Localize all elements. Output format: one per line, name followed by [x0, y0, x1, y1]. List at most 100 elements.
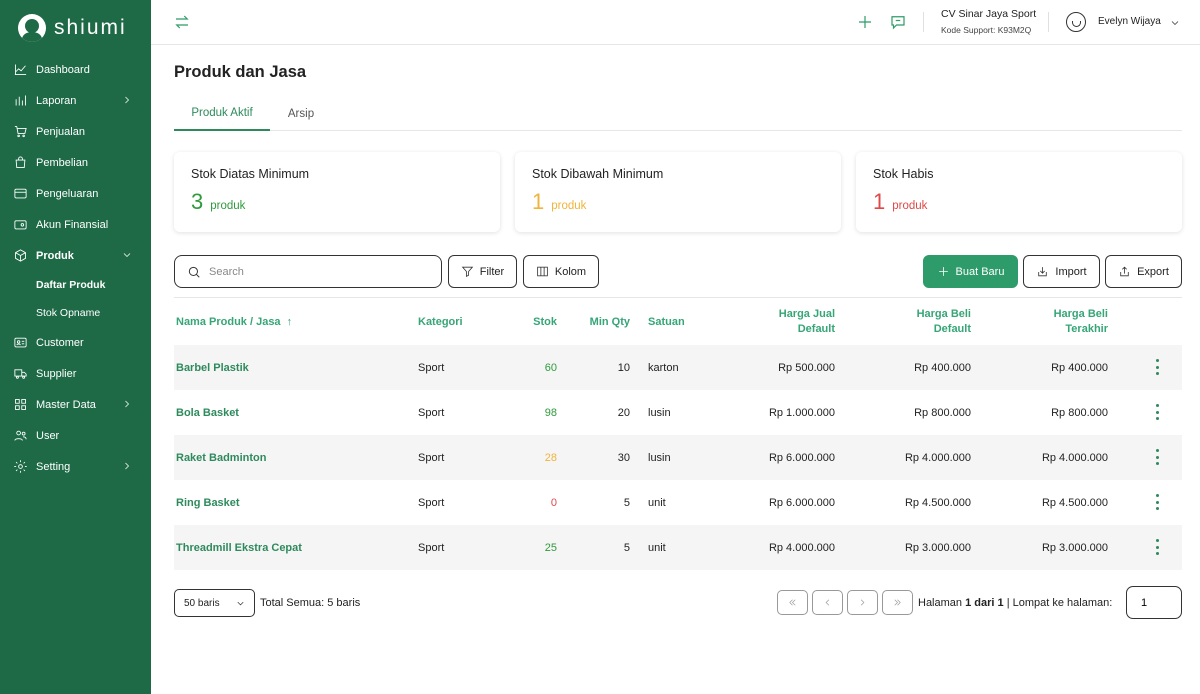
page-prefix: Halaman [918, 597, 963, 609]
create-label: Buat Baru [955, 265, 1005, 278]
sidebar-subitem-stok-opname[interactable]: Stok Opname [0, 299, 151, 327]
chevron-down-icon [121, 249, 133, 261]
product-name-link[interactable]: Bola Basket [176, 390, 239, 435]
tab-produk-aktif[interactable]: Produk Aktif [174, 96, 270, 131]
company-info[interactable]: CV Sinar Jaya Sport Kode Support: K93M2Q [941, 8, 1036, 35]
sidebar-item-dashboard[interactable]: Dashboard [0, 54, 151, 85]
product-name-link[interactable]: Raket Badminton [176, 435, 266, 480]
sidebar-item-label: Laporan [36, 94, 77, 107]
stat-value: 1 produk [532, 189, 586, 215]
header-line: Terakhir [1065, 323, 1108, 335]
more-options-icon[interactable] [1154, 359, 1160, 375]
export-button[interactable]: Export [1105, 255, 1182, 288]
column-header-category[interactable]: Kategori [418, 298, 463, 346]
filter-button[interactable]: Filter [448, 255, 517, 288]
more-options-icon[interactable] [1154, 404, 1160, 420]
user-avatar-icon[interactable] [1066, 12, 1086, 32]
table-row[interactable]: Bola Basket Sport 98 20 lusin Rp 1.000.000 Rp … [174, 390, 1182, 435]
sidebar-item-master-data[interactable]: Master Data [0, 389, 151, 420]
double-chevron-left-icon [789, 599, 796, 606]
sidebar-item-supplier[interactable]: Supplier [0, 358, 151, 389]
products-table: Nama Produk / Jasa ↑ Kategori Stok Min Q… [174, 297, 1182, 570]
tabs-bar: Produk Aktif Arsip [174, 96, 1182, 131]
product-name-link[interactable]: Threadmill Ekstra Cepat [176, 525, 302, 570]
sell-price-cell: Rp 4.000.000 [768, 541, 835, 554]
more-options-icon[interactable] [1154, 539, 1160, 555]
wallet-icon [12, 217, 28, 233]
filter-label: Filter [479, 265, 505, 278]
more-options-icon[interactable] [1154, 449, 1160, 465]
brand-logo[interactable]: shiumi [18, 14, 127, 42]
plus-icon[interactable] [856, 13, 874, 31]
min-qty-cell: 5 [623, 496, 630, 509]
prev-page-button[interactable] [812, 590, 843, 615]
sidebar-item-user[interactable]: User [0, 420, 151, 451]
page-value: 1 dari 1 [965, 597, 1004, 609]
product-name-link[interactable]: Ring Basket [176, 480, 240, 525]
header-line: Default [797, 323, 835, 335]
more-options-icon[interactable] [1154, 494, 1160, 510]
next-page-button[interactable] [847, 590, 878, 615]
sidebar-item-customer[interactable]: Customer [0, 327, 151, 358]
column-header-name[interactable]: Nama Produk / Jasa ↑ [176, 298, 292, 346]
export-icon [1120, 266, 1129, 277]
column-header-buy-price[interactable]: Harga Beli Default [871, 298, 971, 346]
jump-to-page-box[interactable] [1126, 586, 1182, 619]
kolom-button[interactable]: Kolom [523, 255, 599, 288]
product-name-link[interactable]: Barbel Plastik [176, 345, 249, 390]
unit-cell: unit [648, 541, 666, 554]
table-row[interactable]: Ring Basket Sport 0 5 unit Rp 6.000.000 Rp 4.5… [174, 480, 1182, 525]
stock-cell: 60 [544, 361, 557, 374]
sidebar-item-akun-finansial[interactable]: Akun Finansial [0, 209, 151, 240]
sell-price-cell: Rp 1.000.000 [768, 406, 835, 419]
sidebar-item-produk[interactable]: Produk [0, 240, 151, 271]
table-body: Barbel Plastik Sport 60 10 karton Rp 500.000 R… [174, 345, 1182, 570]
support-code: Kode Support: K93M2Q [941, 25, 1032, 35]
table-row[interactable]: Raket Badminton Sport 28 30 lusin Rp 6.000.00… [174, 435, 1182, 480]
column-header-unit[interactable]: Satuan [648, 298, 685, 346]
stat-card-above-minimum: Stok Diatas Minimum 3 produk [174, 152, 500, 232]
stat-value: 1 produk [873, 189, 927, 215]
column-header-stock[interactable]: Stok [504, 298, 557, 346]
table-row[interactable]: Threadmill Ekstra Cepat Sport 25 5 unit Rp 4.… [174, 525, 1182, 570]
column-header-last-buy-price[interactable]: Harga Beli Terakhir [1008, 298, 1108, 346]
search-box[interactable] [174, 255, 442, 288]
column-header-min-qty[interactable]: Min Qty [574, 298, 630, 346]
last-buy-price-cell: Rp 4.500.000 [1041, 496, 1108, 509]
column-header-sell-price[interactable]: Harga Jual Default [734, 298, 835, 346]
import-icon [1038, 267, 1048, 277]
first-page-button[interactable] [777, 590, 808, 615]
table-row[interactable]: Barbel Plastik Sport 60 10 karton Rp 500.000 R… [174, 345, 1182, 390]
header-line: Default [933, 323, 971, 335]
double-chevron-right-icon [894, 599, 901, 606]
stat-card-out-of-stock: Stok Habis 1 produk [856, 152, 1182, 232]
unit-cell: karton [648, 361, 679, 374]
chat-icon[interactable] [889, 13, 907, 31]
sidebar-item-setting[interactable]: Setting [0, 451, 151, 482]
switch-arrows-icon[interactable] [173, 13, 191, 31]
user-name[interactable]: Evelyn Wijaya [1098, 16, 1161, 27]
search-input[interactable] [209, 265, 429, 278]
jump-to-page-input[interactable] [1141, 596, 1171, 609]
stock-cell: 25 [544, 541, 557, 554]
buy-price-cell: Rp 3.000.000 [904, 541, 971, 554]
tab-arsip[interactable]: Arsip [278, 96, 324, 131]
last-page-button[interactable] [882, 590, 913, 615]
chevron-down-icon[interactable] [1169, 16, 1181, 28]
sidebar-item-pembelian[interactable]: Pembelian [0, 147, 151, 178]
create-button[interactable]: Buat Baru [923, 255, 1018, 288]
unit-cell: lusin [648, 406, 671, 419]
sidebar-item-penjualan[interactable]: Penjualan [0, 116, 151, 147]
last-buy-price-cell: Rp 800.000 [1051, 406, 1108, 419]
sidebar-item-pengeluaran[interactable]: Pengeluaran [0, 178, 151, 209]
brand-name: shiumi [54, 16, 127, 39]
sidebar-subitem-daftar-produk[interactable]: Daftar Produk [0, 271, 151, 299]
sidebar-item-laporan[interactable]: Laporan [0, 85, 151, 116]
stat-unit: produk [551, 200, 587, 212]
import-button[interactable]: Import [1023, 255, 1100, 288]
page-title: Produk dan Jasa [174, 63, 307, 81]
rows-per-page-select[interactable]: 50 baris [174, 589, 255, 617]
sidebar-item-label: Produk [36, 249, 74, 262]
jump-label: | Lompat ke halaman: [1006, 597, 1113, 609]
credit-card-icon [12, 186, 28, 202]
